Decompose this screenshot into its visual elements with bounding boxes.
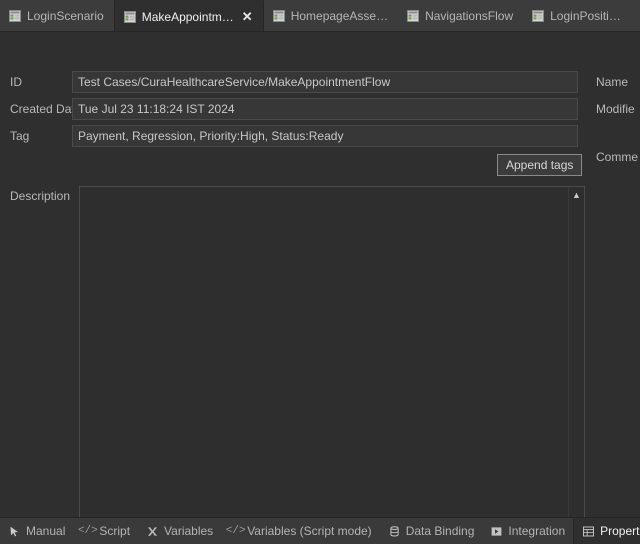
tab-script[interactable]: </> Script: [73, 518, 138, 544]
tab-label: Manual: [26, 524, 66, 538]
tab-manual[interactable]: Manual: [0, 518, 73, 544]
tab-label: Properties: [600, 524, 640, 538]
tab-label: Integration: [508, 524, 566, 538]
id-label: ID: [10, 75, 22, 89]
created-date-row: Created Dat: [0, 98, 640, 120]
name-label: Name: [596, 75, 629, 89]
database-cylinder-icon: [388, 525, 401, 538]
tag-row: Tag: [0, 125, 640, 147]
test-case-grid-icon: [272, 9, 285, 22]
created-date-input[interactable]: [72, 98, 578, 120]
append-tags-button[interactable]: Append tags: [497, 154, 583, 176]
tab-label: Variables (Script mode): [247, 524, 372, 538]
test-case-grid-icon: [407, 9, 420, 22]
editor-tab-homepageassertion[interactable]: HomepageAsse…: [264, 0, 398, 31]
comment-label: Comme: [596, 150, 639, 164]
tab-variables[interactable]: Variables: [138, 518, 221, 544]
description-label: Description: [10, 189, 71, 203]
test-case-grid-icon: [532, 9, 545, 22]
editor-tab-label: LoginPositi…: [550, 8, 621, 23]
editor-tab-makeappointmentflow[interactable]: MakeAppointm… ✕: [113, 0, 264, 31]
cursor-arrow-icon: [8, 525, 21, 538]
code-angle-brackets-icon: </>: [77, 525, 98, 537]
scrollbar-track[interactable]: [569, 202, 584, 517]
close-icon[interactable]: ✕: [242, 10, 253, 23]
editor-tab-label: MakeAppointm…: [141, 9, 234, 24]
description-textarea[interactable]: [80, 187, 568, 517]
tab-integration[interactable]: Integration: [482, 518, 573, 544]
editor-tab-loginpositive[interactable]: LoginPositi…: [523, 0, 631, 31]
properties-grid-icon: [582, 525, 595, 538]
tag-input[interactable]: [72, 125, 578, 147]
tab-variables-script-mode[interactable]: </> Variables (Script mode): [221, 518, 380, 544]
tab-label: Data Binding: [405, 524, 475, 538]
variables-x-icon: [146, 525, 159, 538]
id-row: ID: [0, 71, 640, 93]
test-case-grid-icon: [123, 10, 136, 23]
integration-play-icon: [490, 525, 503, 538]
modified-label: Modifie: [596, 102, 635, 116]
test-case-editor-panel: LoginScenario MakeAppointm… ✕ HomepageAs…: [0, 0, 640, 544]
editor-tab-navigationsflow[interactable]: NavigationsFlow: [398, 0, 523, 31]
id-input[interactable]: [72, 71, 578, 93]
tab-data-binding[interactable]: Data Binding: [380, 518, 483, 544]
editor-mode-tab-bar: Manual </> Script Variables </> Variable…: [0, 517, 640, 544]
code-angle-brackets-icon: </>: [225, 525, 246, 537]
properties-form: ID Name Created Dat Modifie Tag Comme Ap…: [0, 32, 640, 517]
editor-tab-label: LoginScenario: [27, 8, 104, 23]
tag-label: Tag: [10, 129, 30, 143]
description-vertical-scrollbar[interactable]: ▲ ▼: [568, 187, 584, 517]
editor-tab-label: NavigationsFlow: [425, 8, 514, 23]
created-date-label: Created Dat: [10, 102, 72, 116]
editor-tab-label: HomepageAsse…: [290, 8, 389, 23]
editor-tab-loginscenario[interactable]: LoginScenario: [0, 0, 114, 31]
scroll-up-icon[interactable]: ▲: [569, 187, 584, 202]
tab-label: Variables: [164, 524, 214, 538]
tab-label: Script: [99, 524, 131, 538]
tab-properties[interactable]: Properties: [573, 518, 640, 544]
description-container: ▲ ▼: [79, 186, 585, 517]
editor-tab-bar: LoginScenario MakeAppointm… ✕ HomepageAs…: [0, 0, 640, 32]
test-case-grid-icon: [9, 9, 21, 22]
